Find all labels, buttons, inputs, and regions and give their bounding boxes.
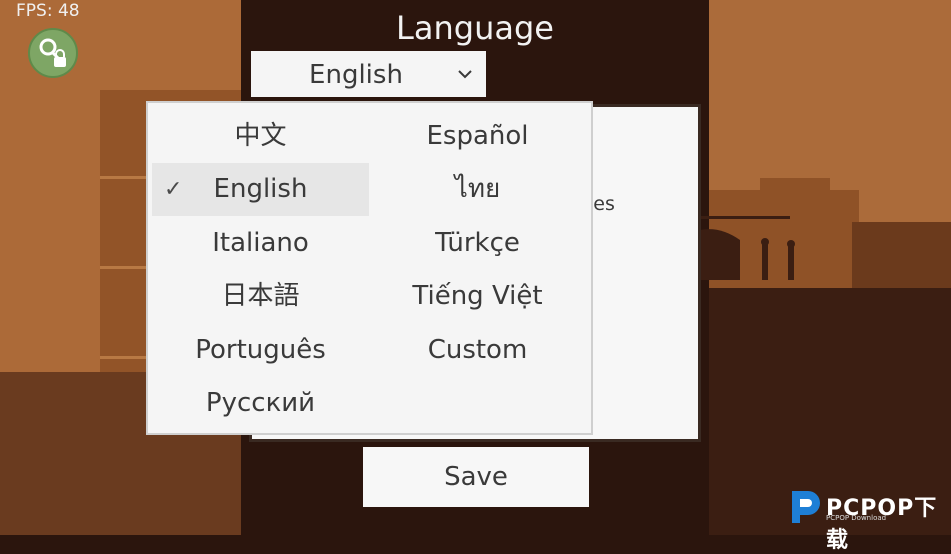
- language-option-label: English: [213, 174, 308, 204]
- language-option[interactable]: Português: [152, 324, 369, 377]
- language-option-selected[interactable]: ✓ English: [152, 163, 369, 216]
- language-option[interactable]: 中文: [152, 110, 369, 163]
- checkmark-icon: ✓: [164, 177, 183, 202]
- page-title: Language: [396, 9, 554, 47]
- helicopter-silhouette: [700, 216, 795, 280]
- language-option[interactable]: 日本語: [152, 270, 369, 323]
- key-lock-button[interactable]: [28, 28, 78, 78]
- save-button[interactable]: Save: [360, 444, 592, 510]
- language-option[interactable]: Tiếng Việt: [369, 270, 586, 323]
- chevron-down-icon: [458, 70, 472, 79]
- language-option[interactable]: Türkçe: [369, 217, 586, 270]
- language-option[interactable]: Русский: [152, 377, 369, 430]
- language-option[interactable]: Italiano: [152, 217, 369, 270]
- background-building: [852, 222, 951, 290]
- language-select[interactable]: English: [249, 49, 488, 99]
- language-dropdown: 中文 ✓ English Italiano 日本語 Português Русс…: [146, 101, 593, 435]
- watermark-text: PCPOP下载: [826, 496, 938, 553]
- language-option[interactable]: Custom: [369, 324, 586, 377]
- language-select-value: English: [309, 60, 403, 90]
- language-option[interactable]: ไทย: [369, 163, 586, 216]
- fps-counter: FPS: 48: [16, 1, 80, 21]
- language-option[interactable]: Español: [369, 110, 586, 163]
- watermark-subtext: PCPOP Download: [826, 514, 887, 522]
- pcpop-logo-icon: [792, 491, 820, 523]
- key-lock-icon: [39, 38, 66, 67]
